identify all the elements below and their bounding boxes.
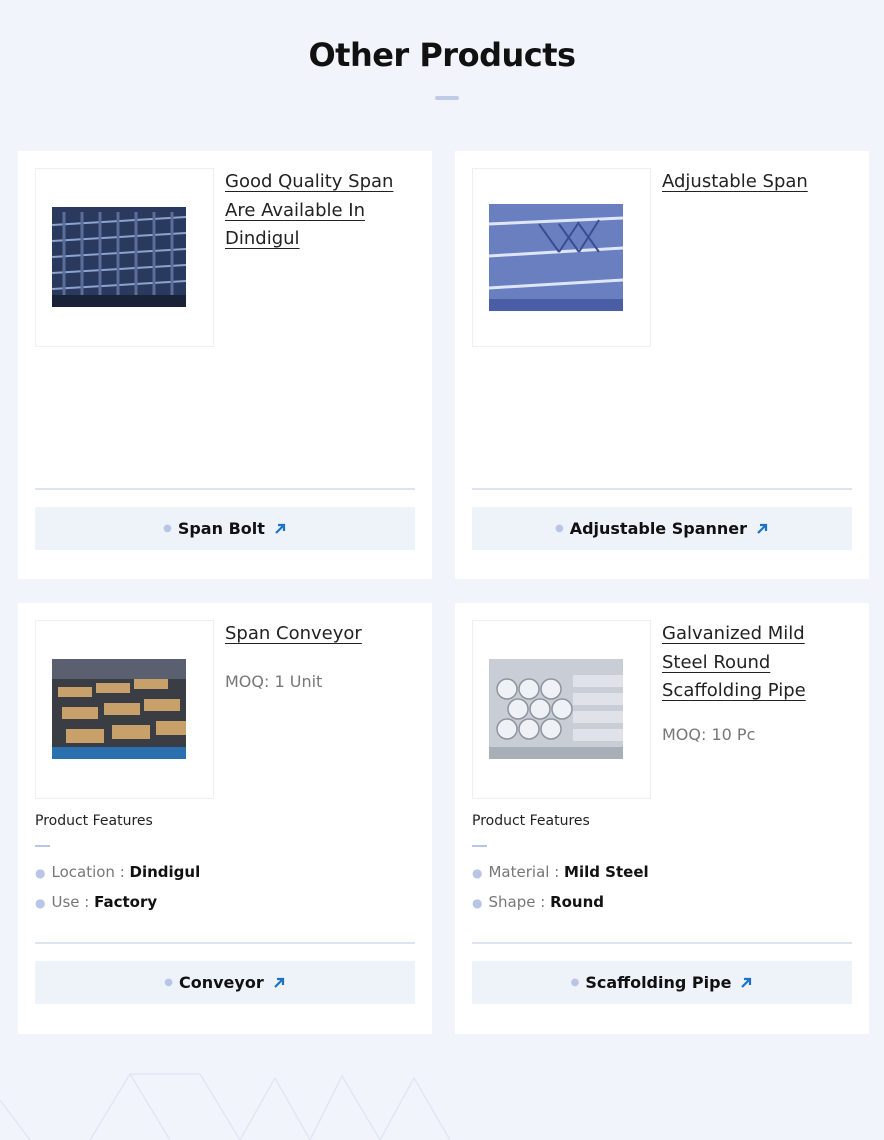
category-button[interactable]: ● Scaffolding Pipe [472, 961, 852, 1004]
scaffolding-pipe-photo [489, 659, 623, 759]
product-card: Good Quality Span Are Available In Dindi… [18, 151, 432, 579]
product-thumbnail[interactable] [35, 620, 214, 799]
bullet-icon: ● [554, 523, 564, 534]
feature-label: Use [51, 893, 80, 911]
arrow-up-right-icon [273, 977, 284, 988]
feature-item: ● Material : Mild Steel [472, 863, 649, 881]
category-button[interactable]: ● Span Bolt [35, 507, 415, 550]
feature-label: Material [488, 863, 550, 881]
product-title-link[interactable]: Good Quality Span Are Available In Dindi… [225, 168, 415, 254]
product-title-link[interactable]: Span Conveyor [225, 620, 415, 649]
divider [472, 942, 852, 944]
features-heading: Product Features [472, 813, 590, 829]
category-label: Conveyor [179, 973, 264, 992]
arrow-up-right-icon [757, 523, 768, 534]
feature-value: Round [550, 893, 605, 911]
divider [35, 488, 415, 490]
bullet-icon: ● [472, 896, 483, 910]
moq-text: MOQ: 1 Unit [225, 672, 323, 691]
divider [35, 942, 415, 944]
product-thumbnail[interactable] [472, 168, 651, 347]
product-title-link[interactable]: Galvanized Mild Steel Round Scaffolding … [662, 620, 852, 706]
page-title: Other Products [308, 36, 576, 74]
product-card: Span Conveyor MOQ: 1 Unit Product Featur… [18, 603, 432, 1034]
arrow-up-right-icon [275, 523, 285, 534]
category-button[interactable]: ● Adjustable Spanner [472, 507, 852, 550]
product-thumbnail[interactable] [35, 168, 214, 347]
category-button[interactable]: ● Conveyor [35, 961, 415, 1004]
category-label: Span Bolt [177, 519, 265, 538]
bullet-icon: ● [570, 977, 580, 988]
features-underline [35, 845, 50, 847]
divider [472, 488, 852, 490]
feature-label: Location [51, 863, 115, 881]
category-label: Scaffolding Pipe [585, 973, 732, 992]
product-card: Adjustable Span ● Adjustable Spanner [455, 151, 869, 579]
feature-item: ● Location : Dindigul [35, 863, 201, 881]
bullet-icon: ● [35, 896, 46, 910]
product-title-link[interactable]: Adjustable Span [662, 168, 852, 197]
title-underline [435, 96, 459, 100]
feature-value: Mild Steel [564, 863, 649, 881]
bullet-icon: ● [472, 866, 483, 880]
feature-item: ● Use : Factory [35, 893, 158, 911]
category-label: Adjustable Spanner [569, 519, 748, 538]
background-pattern [0, 1073, 451, 1140]
moq-text: MOQ: 10 Pc [662, 725, 756, 744]
feature-item: ● Shape : Round [472, 893, 605, 911]
adjustable-span-photo [489, 204, 623, 311]
bullet-icon: ● [35, 866, 46, 880]
features-underline [472, 845, 487, 847]
feature-value: Factory [94, 893, 158, 911]
bullet-icon: ● [164, 977, 173, 988]
feature-value: Dindigul [129, 863, 201, 881]
product-thumbnail[interactable] [472, 620, 651, 799]
span-bolt-photo [52, 207, 186, 307]
conveyor-photo [52, 659, 186, 759]
bullet-icon: ● [163, 523, 172, 534]
features-heading: Product Features [35, 813, 153, 829]
arrow-up-right-icon [741, 977, 752, 988]
product-card: Galvanized Mild Steel Round Scaffolding … [455, 603, 869, 1034]
feature-label: Shape [488, 893, 536, 911]
